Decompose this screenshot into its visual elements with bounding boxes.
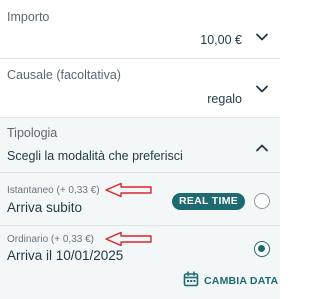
real-time-badge: REAL TIME: [172, 193, 245, 210]
importo-value: 10,00 €: [200, 33, 242, 47]
calendar-icon: [183, 270, 199, 292]
causale-label: Causale (facoltativa): [7, 68, 121, 82]
annotation-arrow-icon: [105, 182, 152, 198]
annotation-arrow-icon: [105, 231, 152, 247]
importo-label: Importo: [7, 10, 50, 24]
option-ordinario-radio[interactable]: [254, 241, 270, 257]
option-istantaneo-radio[interactable]: [254, 193, 270, 209]
cambia-data-label: CAMBIA DATA: [204, 275, 279, 287]
option-istantaneo-label: Istantaneo (+ 0,33 €): [7, 185, 100, 196]
chevron-down-icon[interactable]: [254, 81, 270, 97]
tipologia-label: Tipologia: [7, 126, 58, 140]
chevron-down-icon[interactable]: [254, 29, 270, 45]
option-istantaneo-title: Arriva subito: [7, 200, 83, 215]
cambia-data-button[interactable]: CAMBIA DATA: [183, 270, 279, 292]
transfer-form: Importo 10,00 € Causale (facoltativa) re…: [0, 0, 280, 299]
causale-field[interactable]: Causale (facoltativa) regalo: [0, 59, 280, 117]
importo-field[interactable]: Importo 10,00 €: [0, 0, 280, 58]
tipologia-heading: Scegli la modalità che preferisci: [7, 149, 183, 163]
chevron-up-icon[interactable]: [254, 140, 270, 156]
option-ordinario-label: Ordinario (+ 0,33 €): [7, 234, 94, 245]
tipologia-section[interactable]: Tipologia Scegli la modalità che preferi…: [0, 118, 280, 172]
option-ordinario-title: Arriva il 10/01/2025: [7, 248, 124, 263]
causale-value: regalo: [207, 92, 242, 106]
